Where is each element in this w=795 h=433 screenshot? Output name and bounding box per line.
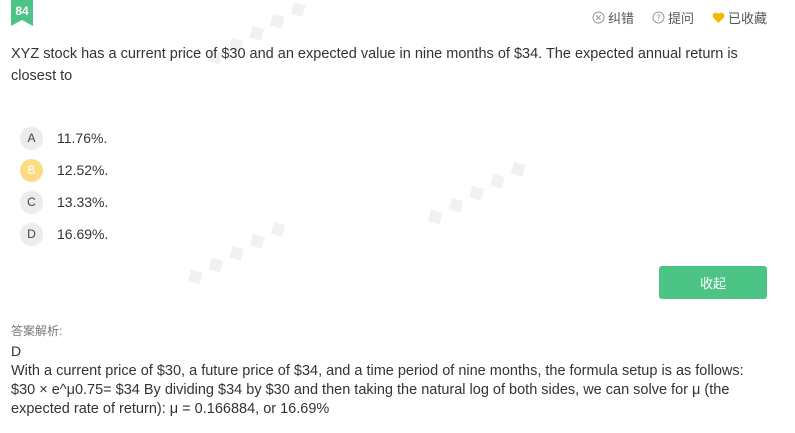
question-toolbar: 纠错 ? 提问 已收藏	[592, 8, 767, 27]
option-letter: B	[20, 158, 43, 182]
option-letter: D	[20, 222, 43, 246]
correct-answer: D	[11, 343, 22, 359]
svg-text:?: ?	[656, 14, 660, 23]
option-c[interactable]: C 13.33%.	[20, 186, 108, 218]
watermark: ◆ ◆ ◆ ◆ ◆	[421, 153, 532, 232]
watermark: ◆ ◆ ◆ ◆ ◆	[181, 213, 292, 292]
question-number-badge: 84	[11, 0, 33, 26]
ask-question-label: 提问	[667, 11, 694, 26]
collapse-button[interactable]: 收起	[659, 266, 767, 299]
close-circle-icon	[592, 11, 605, 24]
option-b[interactable]: B 12.52%.	[20, 154, 108, 186]
question-number: 84	[15, 4, 29, 18]
question-text: XYZ stock has a current price of $30 and…	[11, 46, 738, 84]
answer-explanation: With a current price of $30, a future pr…	[11, 363, 744, 417]
favorite-button[interactable]: 已收藏	[712, 8, 767, 27]
analysis-label: 答案解析:	[11, 324, 63, 338]
option-text: 12.52%.	[57, 162, 109, 178]
option-text: 13.33%.	[57, 194, 109, 210]
option-letter: C	[20, 190, 43, 214]
favorite-label: 已收藏	[727, 11, 767, 26]
option-d[interactable]: D 16.69%.	[20, 218, 108, 250]
option-letter: A	[20, 126, 43, 150]
heart-icon	[712, 12, 725, 23]
answer-options: A 11.76%. B 12.52%. C 13.33%. D 16.69%.	[20, 122, 108, 250]
report-error-label: 纠错	[607, 11, 634, 26]
question-circle-icon: ?	[652, 11, 665, 24]
option-text: 11.76%.	[57, 130, 108, 146]
report-error-button[interactable]: 纠错	[592, 8, 634, 27]
option-a[interactable]: A 11.76%.	[20, 122, 108, 154]
option-text: 16.69%.	[57, 226, 109, 242]
ask-question-button[interactable]: ? 提问	[652, 8, 694, 27]
